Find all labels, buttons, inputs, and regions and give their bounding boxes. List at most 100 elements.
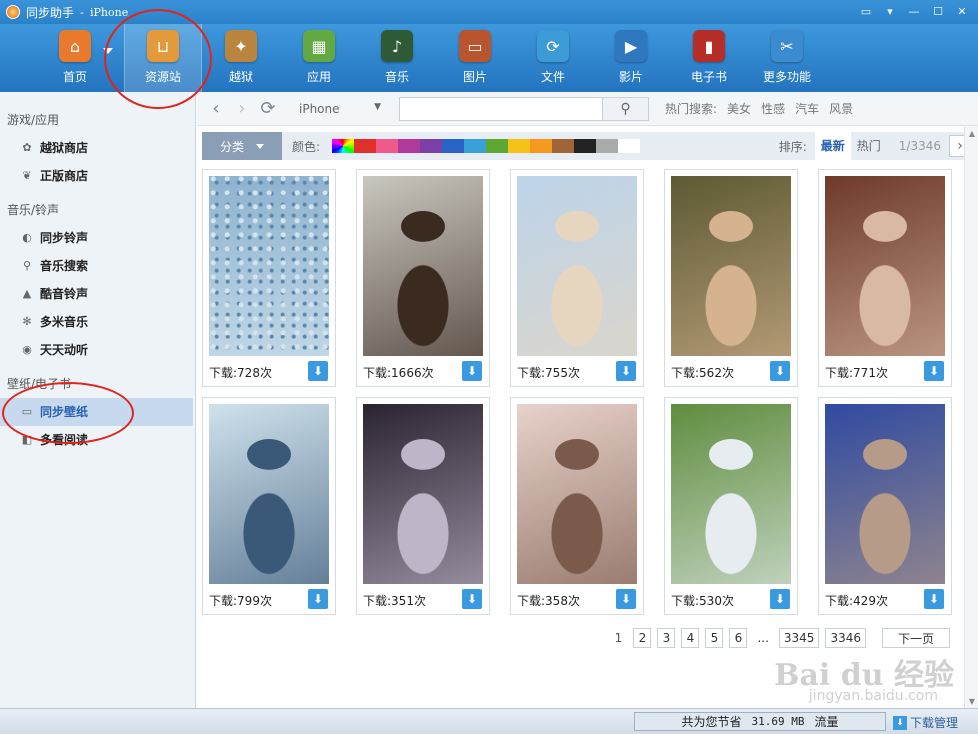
toolbar-item-7[interactable]: ▶ 影片 <box>592 24 670 92</box>
wallpaper-thumbnail[interactable] <box>517 404 637 584</box>
hot-search-item[interactable]: 性感 <box>761 100 785 117</box>
chevron-down-icon[interactable] <box>103 48 113 54</box>
sidebar-item-2-1[interactable]: ◧ 多看阅读 <box>0 426 195 454</box>
toolbar-item-label: 文件 <box>540 70 565 84</box>
color-swatch[interactable] <box>618 139 641 153</box>
color-swatch[interactable] <box>464 139 487 153</box>
sort-option[interactable]: 热门 <box>851 132 887 160</box>
page-number[interactable]: 3345 <box>778 628 820 648</box>
sidebar-item-1-2[interactable]: ▲ 酷音铃声 <box>0 280 195 308</box>
toolbar-item-3[interactable]: ▦ 应用 <box>280 24 358 92</box>
download-icon[interactable]: ⬇ <box>770 589 790 609</box>
color-swatch[interactable] <box>596 139 619 153</box>
wallpaper-thumbnail[interactable] <box>517 176 637 356</box>
download-icon[interactable]: ⬇ <box>616 589 636 609</box>
wallpaper-card[interactable]: 下载:358次 ⬇ <box>510 397 644 615</box>
wallpaper-thumbnail[interactable] <box>363 404 483 584</box>
download-icon[interactable]: ⬇ <box>616 361 636 381</box>
hot-search-item[interactable]: 风景 <box>829 100 853 117</box>
wallpaper-thumbnail[interactable] <box>363 176 483 356</box>
wallpaper-thumbnail[interactable] <box>825 176 945 356</box>
feedback-icon[interactable]: ▭ <box>856 3 876 19</box>
shopping-bag-icon: ⊔ <box>147 30 179 62</box>
page-number[interactable]: 1 <box>609 628 627 648</box>
download-icon[interactable]: ⬇ <box>308 361 328 381</box>
page-number[interactable]: 2 <box>633 628 652 648</box>
wallpaper-thumbnail[interactable] <box>825 404 945 584</box>
wallpaper-thumbnail[interactable] <box>671 176 791 356</box>
download-manager-button[interactable]: ⬇ 下载管理 <box>893 714 958 731</box>
toolbar-item-0[interactable]: ⌂ 首页 <box>36 24 114 92</box>
color-swatch[interactable] <box>530 139 553 153</box>
sort-option[interactable]: 最新 <box>814 132 851 160</box>
hot-search-item[interactable]: 美女 <box>727 100 751 117</box>
wallpaper-card[interactable]: 下载:755次 ⬇ <box>510 169 644 387</box>
color-swatch[interactable] <box>398 139 421 153</box>
download-icon[interactable]: ⬇ <box>308 589 328 609</box>
sidebar-item-1-0[interactable]: ◐ 同步铃声 <box>0 224 195 252</box>
search-icon[interactable]: ⚲ <box>603 96 649 121</box>
sidebar-item-1-3[interactable]: ✻ 多米音乐 <box>0 308 195 336</box>
wallpaper-card[interactable]: 下载:728次 ⬇ <box>202 169 336 387</box>
color-swatch[interactable] <box>574 139 597 153</box>
download-icon[interactable]: ⬇ <box>770 361 790 381</box>
page-number[interactable]: 6 <box>729 628 748 648</box>
color-swatch[interactable] <box>376 139 399 153</box>
app-logo-icon <box>6 5 20 19</box>
page-number[interactable]: 3 <box>657 628 676 648</box>
close-icon[interactable]: ✕ <box>952 3 972 19</box>
color-swatch[interactable] <box>420 139 443 153</box>
search-input[interactable] <box>399 96 603 121</box>
toolbar-item-5[interactable]: ▭ 图片 <box>436 24 514 92</box>
scroll-down-icon[interactable]: ▼ <box>965 694 978 708</box>
page-number[interactable]: 3346 <box>825 628 866 648</box>
maximize-icon[interactable]: ☐ <box>928 3 948 19</box>
wallpaper-card[interactable]: 下载:1666次 ⬇ <box>356 169 490 387</box>
sidebar-item-0-0[interactable]: ✿ 越狱商店 <box>0 134 195 162</box>
wallpaper-card[interactable]: 下载:562次 ⬇ <box>664 169 798 387</box>
download-icon[interactable]: ⬇ <box>462 589 482 609</box>
forward-icon[interactable]: › <box>229 98 255 119</box>
toolbar-item-9[interactable]: ✂ 更多功能 <box>748 24 826 92</box>
page-number[interactable]: 5 <box>705 628 724 648</box>
page-number[interactable]: 4 <box>681 628 700 648</box>
download-icon[interactable]: ⬇ <box>924 589 944 609</box>
device-select[interactable]: iPhone ▼ <box>299 102 389 116</box>
toolbar-item-8[interactable]: ▮ 电子书 <box>670 24 748 92</box>
wallpaper-thumbnail[interactable] <box>671 404 791 584</box>
color-swatch[interactable] <box>508 139 531 153</box>
toolbar-item-1[interactable]: ⊔ 资源站 <box>124 24 202 92</box>
download-icon[interactable]: ⬇ <box>924 361 944 381</box>
toolbar-item-6[interactable]: ⟳ 文件 <box>514 24 592 92</box>
scrollbar[interactable]: ▲ ▼ <box>964 126 978 708</box>
wallpaper-card[interactable]: 下载:799次 ⬇ <box>202 397 336 615</box>
wallpaper-card[interactable]: 下载:351次 ⬇ <box>356 397 490 615</box>
sidebar-item-0-1[interactable]: ❦ 正版商店 <box>0 162 195 190</box>
toolbar-item-2[interactable]: ✦ 越狱 <box>202 24 280 92</box>
color-swatch[interactable] <box>332 139 355 153</box>
color-swatch[interactable] <box>354 139 377 153</box>
back-icon[interactable]: ‹ <box>203 98 229 119</box>
toolbar-item-4[interactable]: ♪ 音乐 <box>358 24 436 92</box>
wallpaper-card[interactable]: 下载:429次 ⬇ <box>818 397 952 615</box>
color-swatch[interactable] <box>552 139 575 153</box>
hot-search-item[interactable]: 汽车 <box>795 100 819 117</box>
sort-label: 排序: <box>778 139 807 154</box>
next-page-button[interactable]: 下一页 <box>882 628 950 648</box>
color-swatch[interactable] <box>486 139 509 153</box>
minimize-icon[interactable]: — <box>904 3 924 19</box>
menu-icon[interactable]: ▾ <box>880 3 900 19</box>
sidebar-item-2-0[interactable]: ▭ 同步壁纸 <box>0 398 193 426</box>
download-icon[interactable]: ⬇ <box>462 361 482 381</box>
wallpaper-card[interactable]: 下载:530次 ⬇ <box>664 397 798 615</box>
category-dropdown[interactable]: 分类 <box>202 132 282 160</box>
wallpaper-thumbnail[interactable] <box>209 404 329 584</box>
wallpaper-card[interactable]: 下载:771次 ⬇ <box>818 169 952 387</box>
scroll-up-icon[interactable]: ▲ <box>965 126 978 140</box>
wallpaper-thumbnail[interactable] <box>209 176 329 356</box>
sidebar-item-1-4[interactable]: ◉ 天天动听 <box>0 336 195 364</box>
sidebar-item-1-1[interactable]: ⚲ 音乐搜索 <box>0 252 195 280</box>
app-title: 同步助手 <box>26 5 75 20</box>
color-swatch[interactable] <box>442 139 465 153</box>
refresh-icon[interactable]: ⟳ <box>255 98 281 119</box>
